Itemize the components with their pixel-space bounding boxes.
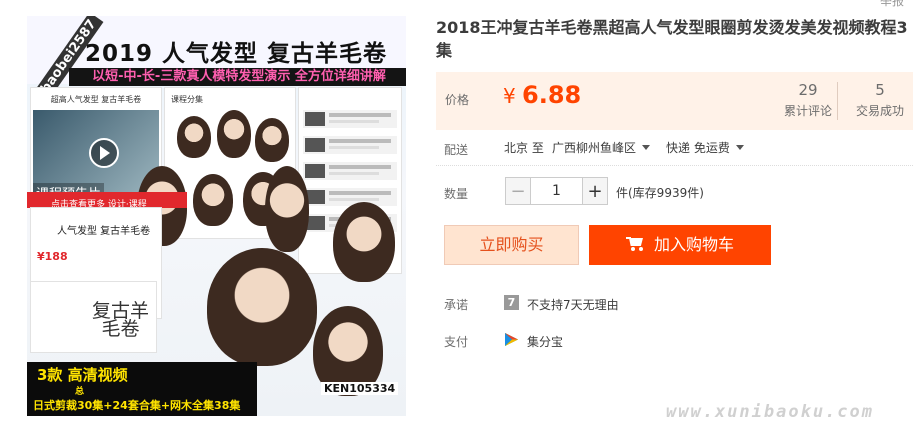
quantity-decrease-button[interactable]: − [505, 177, 531, 205]
image-bottom-banner: 3款 高清视频 总 日式剪裁30集+24套合集+网木全集38集 [27, 362, 257, 416]
list-item [303, 162, 397, 180]
model-photo [255, 118, 289, 162]
panel-title: 复古羊毛卷 [91, 300, 149, 340]
sales-stat: 5 交易成功 [856, 81, 904, 119]
quantity-label: 数量 [444, 187, 469, 201]
product-main-image: baobei2587 2019 人气发型 复古羊毛卷 以短-中-长-三款真人模特… [27, 16, 406, 416]
cart-icon [625, 237, 644, 251]
reviews-count: 29 [798, 81, 818, 99]
price-panel: 价格 ¥ 6.88 29 累计评论 5 交易成功 [436, 72, 913, 130]
model-photo [217, 110, 251, 158]
image-id-label: KEN105334 [321, 382, 399, 395]
price-label: 价格 [445, 93, 470, 107]
panel-price: ¥188 [37, 250, 68, 263]
divider [436, 165, 913, 166]
image-ribbon: 点击查看更多 设计·课程 [27, 192, 187, 210]
list-item [303, 188, 397, 206]
promise-label: 承诺 [444, 298, 469, 312]
model-photo [207, 248, 317, 366]
chevron-down-icon [735, 145, 744, 150]
model-photo [333, 202, 395, 282]
quantity-increase-button[interactable]: + [582, 177, 608, 205]
reviews-stat[interactable]: 29 累计评论 [784, 81, 832, 119]
stock-text: 件(库存9939件) [616, 186, 704, 200]
shipping-destination-select[interactable]: 广西柳州鱼峰区 [552, 139, 651, 156]
chevron-down-icon [642, 145, 651, 150]
site-watermark: www.xunibaoku.com [666, 402, 874, 422]
jifenbao-icon [505, 333, 518, 346]
sales-label: 交易成功 [856, 104, 905, 118]
quantity-input[interactable] [531, 177, 582, 205]
list-item [303, 110, 397, 128]
product-title: 2018王冲复古羊毛卷黑超高人气发型眼圈剪发烫发美发视频教程3集 [436, 18, 908, 60]
payment-label: 支付 [444, 335, 469, 349]
image-panel-cover: 复古羊毛卷 [31, 282, 156, 352]
model-photo [193, 174, 233, 226]
promise-text: 不支持7天无理由 [527, 298, 619, 312]
list-item [303, 136, 397, 154]
bottom-line: 总 [75, 387, 85, 397]
panel-heading: 超高人气发型 复古羊毛卷 [50, 95, 142, 104]
shipping-label: 配送 [444, 143, 469, 157]
model-photo [177, 116, 211, 158]
sales-count: 5 [875, 81, 885, 99]
bottom-line: 日式剪裁30集+24套合集+网木全集38集 [33, 399, 241, 412]
reviews-label: 累计评论 [784, 104, 833, 118]
shipping-method-select[interactable]: 快递 免运费 [666, 139, 744, 156]
price-value: 6.88 [522, 81, 582, 109]
payment-text: 集分宝 [527, 335, 564, 349]
currency-symbol: ¥ [503, 84, 516, 108]
buy-now-button[interactable]: 立即购买 [444, 225, 579, 265]
add-to-cart-button[interactable]: 加入购物车 [589, 225, 771, 265]
bottom-line: 3款 高清视频 [37, 366, 128, 384]
add-to-cart-label: 加入购物车 [653, 235, 734, 254]
play-icon [89, 138, 119, 168]
image-subtitle: 以短-中-长-三款真人模特发型演示 全方位详细讲解 [69, 68, 406, 86]
panel-heading: 课程分集 [171, 95, 203, 104]
panel-title: 人气发型 复古羊毛卷 [57, 226, 151, 237]
report-link[interactable]: 举报 [880, 0, 904, 9]
divider [837, 82, 838, 120]
shipping-from: 北京 至 [504, 141, 544, 155]
model-photo [265, 166, 309, 252]
image-title: 2019 人气发型 复古羊毛卷 [85, 41, 388, 67]
seven-day-icon: 7 [504, 295, 519, 310]
